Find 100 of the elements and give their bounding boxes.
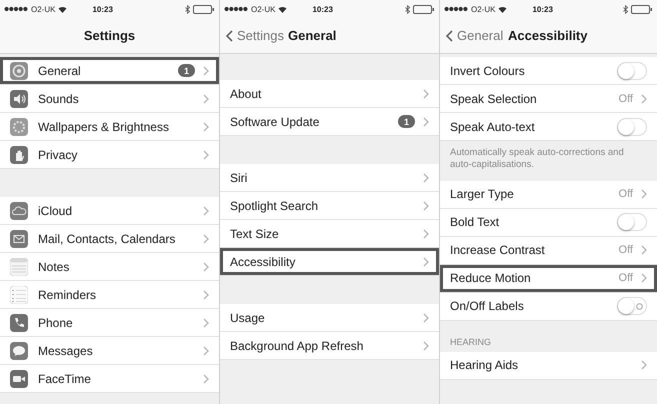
cloud-icon bbox=[10, 202, 28, 220]
back-chevron-icon bbox=[226, 30, 233, 42]
row-label: Sounds bbox=[38, 92, 80, 106]
chevron-icon bbox=[203, 66, 209, 76]
row-label: Phone bbox=[38, 316, 74, 330]
chevron-icon bbox=[641, 94, 647, 104]
chevron-icon bbox=[423, 228, 429, 238]
signal-icon bbox=[4, 6, 28, 12]
row-value: Off bbox=[618, 272, 633, 284]
screen-title: Accessibility bbox=[508, 28, 588, 43]
gear-icon bbox=[10, 62, 28, 80]
toggle-switch[interactable] bbox=[617, 213, 647, 232]
row-label: Accessibility bbox=[230, 254, 296, 268]
notepad-icon bbox=[10, 258, 28, 276]
chevron-icon bbox=[423, 116, 429, 126]
clock-time: 10:23 bbox=[312, 4, 334, 14]
row-label: Reduce Motion bbox=[450, 271, 532, 286]
chevron-icon bbox=[641, 360, 647, 370]
row-label: Bold Text bbox=[450, 215, 500, 230]
row-label: iCloud bbox=[38, 204, 74, 218]
toggle-switch[interactable] bbox=[617, 297, 647, 316]
row-label: Speak Selection bbox=[450, 92, 538, 106]
row-label: Larger Type bbox=[450, 187, 515, 202]
phone-icon bbox=[10, 314, 28, 332]
settings-row[interactable]: General 1 bbox=[0, 57, 219, 85]
wifi-icon bbox=[58, 6, 68, 12]
bluetooth-icon bbox=[623, 4, 628, 14]
chevron-icon bbox=[423, 312, 429, 322]
chevron-icon bbox=[203, 318, 209, 328]
carrier-name: O2-UK bbox=[251, 4, 276, 14]
back-button[interactable]: Settings bbox=[226, 28, 284, 43]
row-label: Reminders bbox=[38, 288, 98, 302]
chevron-icon bbox=[203, 346, 209, 356]
chevron-icon bbox=[423, 340, 429, 350]
wifi-icon bbox=[278, 6, 288, 12]
row-label: Background App Refresh bbox=[230, 338, 364, 352]
speech-bubble-icon bbox=[10, 342, 28, 360]
signal-icon bbox=[224, 6, 248, 12]
row-label: FaceTime bbox=[38, 372, 92, 386]
chevron-icon bbox=[423, 172, 429, 182]
carrier-name: O2-UK bbox=[31, 4, 56, 14]
row-label: Privacy bbox=[38, 148, 78, 162]
back-chevron-icon bbox=[446, 30, 453, 42]
clock-time: 10:23 bbox=[92, 4, 114, 14]
row-label: Hearing Aids bbox=[450, 358, 520, 372]
battery-icon bbox=[413, 4, 435, 14]
hand-icon bbox=[10, 146, 28, 164]
bluetooth-icon bbox=[405, 4, 410, 14]
battery-icon bbox=[631, 4, 653, 14]
row-value: Off bbox=[618, 244, 633, 256]
row-label: Software Update bbox=[230, 114, 320, 128]
clock-time: 10:23 bbox=[532, 4, 554, 14]
camera-icon bbox=[10, 370, 28, 388]
chevron-icon bbox=[203, 234, 209, 244]
count-badge: 1 bbox=[398, 115, 415, 128]
flower-icon bbox=[10, 118, 28, 136]
chevron-icon bbox=[641, 273, 647, 284]
list-icon bbox=[10, 286, 28, 304]
envelope-icon bbox=[10, 230, 28, 248]
battery-icon bbox=[193, 4, 215, 14]
settings-row[interactable]: Reduce Motion Off bbox=[440, 264, 657, 293]
chevron-icon bbox=[641, 189, 647, 200]
speaker-icon bbox=[10, 90, 28, 108]
back-button[interactable]: General bbox=[446, 28, 504, 43]
toggle-switch[interactable] bbox=[617, 62, 647, 80]
section-footer: Automatically speak auto-corrections and auto-capitalisations. bbox=[440, 141, 657, 181]
chevron-icon bbox=[423, 88, 429, 98]
row-label: Notes bbox=[38, 260, 70, 274]
row-label: General bbox=[38, 64, 82, 78]
chevron-icon bbox=[203, 206, 209, 216]
chevron-icon bbox=[641, 245, 647, 256]
row-label: About bbox=[230, 86, 262, 100]
chevron-icon bbox=[423, 200, 429, 210]
row-value: Off bbox=[618, 188, 633, 200]
carrier-name: O2-UK bbox=[471, 4, 496, 14]
row-label: Messages bbox=[38, 344, 94, 358]
row-label: Spotlight Search bbox=[230, 198, 320, 212]
chevron-icon bbox=[203, 290, 209, 300]
signal-icon bbox=[444, 6, 468, 12]
row-label: Speak Auto-text bbox=[450, 120, 536, 134]
settings-row[interactable]: Accessibility bbox=[220, 248, 439, 276]
toggle-switch[interactable] bbox=[617, 118, 647, 136]
screen-title: Settings bbox=[84, 28, 136, 43]
count-badge: 1 bbox=[178, 64, 195, 77]
screen-title: General bbox=[288, 28, 336, 43]
row-label: Usage bbox=[230, 310, 266, 324]
row-value: Off bbox=[618, 92, 633, 104]
row-label: Wallpapers & Brightness bbox=[38, 120, 170, 134]
chevron-icon bbox=[203, 150, 209, 160]
chevron-icon bbox=[203, 94, 209, 104]
row-label: Invert Colours bbox=[450, 64, 526, 78]
section-header: HEARING bbox=[449, 336, 492, 349]
chevron-icon bbox=[203, 374, 209, 384]
row-label: Mail, Contacts, Calendars bbox=[38, 232, 176, 246]
row-label: Increase Contrast bbox=[450, 243, 546, 258]
chevron-icon bbox=[203, 262, 209, 272]
bluetooth-icon bbox=[185, 4, 190, 14]
row-label: On/Off Labels bbox=[450, 299, 525, 314]
chevron-icon bbox=[203, 122, 209, 132]
chevron-icon bbox=[423, 256, 429, 266]
